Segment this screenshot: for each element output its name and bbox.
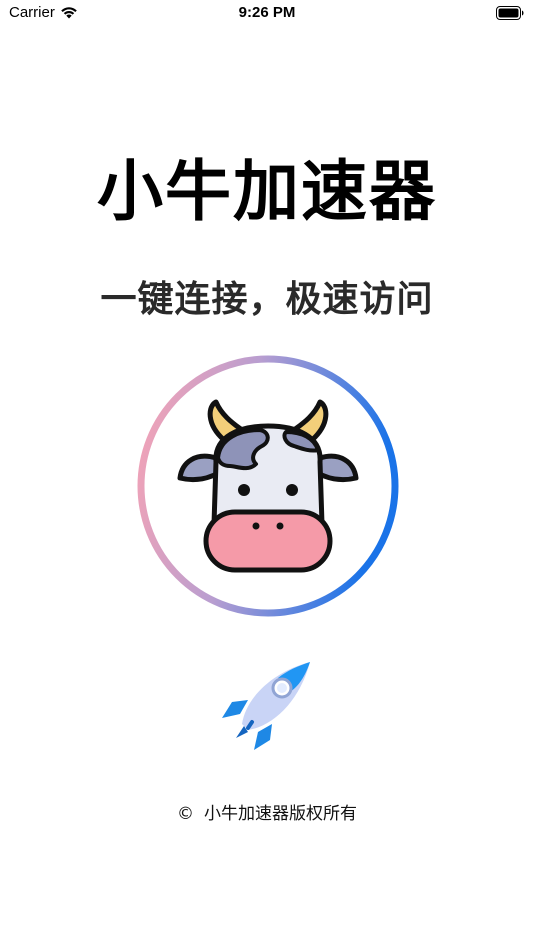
status-bar: Carrier 9:26 PM (0, 0, 534, 28)
app-title: 小牛加速器 (97, 153, 437, 230)
cow-face-icon (137, 355, 399, 617)
battery-icon (496, 6, 524, 20)
app-subtitle: 一键连接，极速访问 (100, 279, 434, 320)
rocket-icon (222, 662, 310, 750)
copyright-icon: © (177, 804, 194, 824)
status-time: 9:26 PM (238, 4, 296, 21)
copyright-text: 小牛加速器版权所有 (204, 804, 357, 824)
copyright-footer: © 小牛加速器版权所有 (0, 802, 534, 826)
